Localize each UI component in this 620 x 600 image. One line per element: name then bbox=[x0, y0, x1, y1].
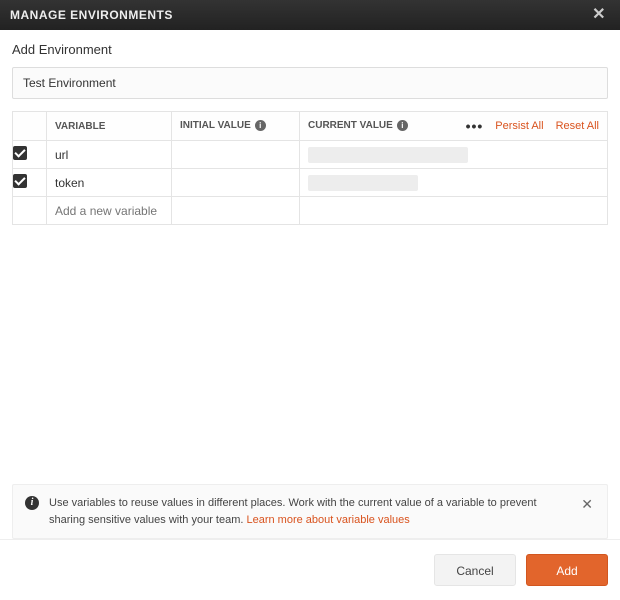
add-variable-input[interactable] bbox=[47, 198, 171, 224]
info-banner: i Use variables to reuse values in diffe… bbox=[12, 484, 608, 539]
initial-value-cell[interactable] bbox=[172, 177, 299, 189]
initial-value-cell[interactable] bbox=[172, 149, 299, 161]
titlebar-title: MANAGE ENVIRONMENTS bbox=[10, 8, 173, 22]
environment-name-input[interactable] bbox=[12, 67, 608, 99]
info-icon[interactable]: i bbox=[255, 120, 266, 131]
close-icon[interactable]: ✕ bbox=[579, 495, 595, 513]
close-icon[interactable]: ✕ bbox=[588, 3, 610, 27]
row-checkbox[interactable] bbox=[13, 146, 27, 160]
current-value-cell-masked[interactable] bbox=[308, 147, 468, 163]
titlebar: MANAGE ENVIRONMENTS ✕ bbox=[0, 0, 620, 30]
more-actions-icon[interactable]: ••• bbox=[466, 118, 484, 134]
reset-all-button[interactable]: Reset All bbox=[556, 120, 599, 132]
initial-value-cell[interactable] bbox=[172, 205, 299, 217]
table-row: token bbox=[13, 169, 608, 197]
variables-table: VARIABLE INITIAL VALUEi CURRENT VALUEi •… bbox=[12, 111, 608, 225]
content-area: Add Environment VARIABLE INITIAL VALUEi … bbox=[0, 30, 620, 476]
row-checkbox[interactable] bbox=[13, 174, 27, 188]
current-value-cell-masked[interactable] bbox=[308, 175, 418, 191]
learn-more-link[interactable]: Learn more about variable values bbox=[246, 514, 409, 526]
info-icon: i bbox=[25, 496, 39, 510]
persist-all-button[interactable]: Persist All bbox=[495, 120, 543, 132]
page-heading: Add Environment bbox=[12, 42, 608, 57]
column-header-current-value: CURRENT VALUEi ••• Persist All Reset All bbox=[300, 112, 608, 141]
variable-name-cell[interactable]: token bbox=[47, 170, 171, 196]
info-icon[interactable]: i bbox=[397, 120, 408, 131]
column-header-initial-value: INITIAL VALUEi bbox=[172, 112, 300, 141]
table-row-new bbox=[13, 197, 608, 225]
add-button[interactable]: Add bbox=[526, 554, 608, 586]
column-header-checkbox bbox=[13, 112, 47, 141]
info-message: Use variables to reuse values in differe… bbox=[49, 495, 569, 528]
footer: Cancel Add bbox=[0, 539, 620, 600]
table-row: url bbox=[13, 141, 608, 169]
current-value-cell[interactable] bbox=[300, 205, 607, 217]
variable-name-cell[interactable]: url bbox=[47, 142, 171, 168]
cancel-button[interactable]: Cancel bbox=[434, 554, 516, 586]
column-header-variable: VARIABLE bbox=[47, 112, 172, 141]
